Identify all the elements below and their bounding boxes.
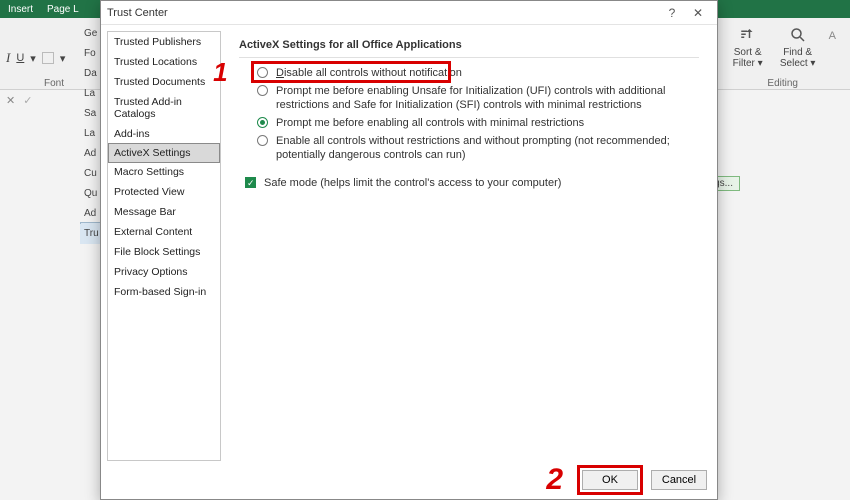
formula-bar-fragment: ✕ ✓ (6, 94, 32, 107)
radio-icon[interactable] (257, 135, 268, 146)
sort-filter-label: Sort & Filter ▾ (729, 47, 767, 69)
sidebar-item-file-block-settings[interactable]: File Block Settings (108, 242, 220, 262)
section-title: ActiveX Settings for all Office Applicat… (239, 39, 699, 58)
radio-prompt-ufi-sfi[interactable]: Prompt me before enabling Unsafe for Ini… (239, 82, 699, 114)
radio-icon[interactable] (257, 85, 268, 96)
sidebar-item-activex-settings[interactable]: ActiveX Settings (108, 143, 220, 163)
dropdown-caret-icon[interactable]: ▾ (30, 52, 36, 65)
ok-button[interactable]: OK (582, 470, 638, 490)
formula-cancel-icon[interactable]: ✕ (6, 94, 15, 107)
radio-label: Prompt me before enabling all controls w… (276, 116, 584, 130)
dialog-footer: 2 OK Cancel (101, 467, 717, 499)
sidebar-item-privacy-options[interactable]: Privacy Options (108, 262, 220, 282)
excel-ribbon-tabs: Insert Page L (0, 0, 87, 18)
ribbon-tab-pagelayout[interactable]: Page L (47, 4, 79, 15)
find-select-label: Find & Select ▾ (779, 47, 817, 69)
checkbox-icon[interactable] (245, 177, 256, 188)
font-group-label: Font (44, 78, 64, 89)
annotation-2-label: 2 (546, 463, 563, 497)
annotation-1-label: 1 (213, 57, 227, 88)
trust-center-sidebar: Trusted Publishers Trusted Locations Tru… (107, 31, 221, 461)
dropdown-caret-icon[interactable]: ▾ (60, 52, 66, 65)
activex-settings-panel: 1 ActiveX Settings for all Office Applic… (227, 25, 717, 467)
editing-group: Sort & Filter ▾ Find & Select ▾ A (729, 26, 836, 69)
radio-label: Prompt me before enabling Unsafe for Ini… (276, 84, 699, 112)
sidebar-item-trusted-addin-catalogs[interactable]: Trusted Add-in Catalogs (108, 92, 220, 124)
find-icon (789, 26, 807, 47)
radio-disable-all[interactable]: Disable all controls without notificatio… (239, 64, 699, 82)
cancel-button[interactable]: Cancel (651, 470, 707, 490)
sidebar-item-protected-view[interactable]: Protected View (108, 182, 220, 202)
radio-label: Enable all controls without restrictions… (276, 134, 699, 162)
underline-icon[interactable]: U (16, 52, 24, 64)
border-icon[interactable] (42, 52, 54, 64)
dialog-title: Trust Center (107, 7, 168, 19)
checkbox-safe-mode[interactable]: Safe mode (helps limit the control's acc… (239, 174, 699, 192)
radio-prompt-minimal[interactable]: Prompt me before enabling all controls w… (239, 114, 699, 132)
italic-icon[interactable]: I (6, 50, 10, 66)
truncated-group: A (829, 30, 836, 42)
sort-filter-button[interactable]: Sort & Filter ▾ (729, 26, 767, 69)
sidebar-item-external-content[interactable]: External Content (108, 222, 220, 242)
checkbox-label: Safe mode (helps limit the control's acc… (264, 176, 561, 190)
radio-label: Disable all controls without notificatio… (276, 66, 462, 80)
radio-enable-all[interactable]: Enable all controls without restrictions… (239, 132, 699, 164)
sidebar-item-trusted-documents[interactable]: Trusted Documents (108, 72, 220, 92)
sidebar-item-message-bar[interactable]: Message Bar (108, 202, 220, 222)
sidebar-item-addins[interactable]: Add-ins (108, 124, 220, 144)
find-select-button[interactable]: Find & Select ▾ (779, 26, 817, 69)
sidebar-item-trusted-publishers[interactable]: Trusted Publishers (108, 32, 220, 52)
dialog-titlebar[interactable]: Trust Center ? ✕ (101, 1, 717, 25)
sidebar-item-macro-settings[interactable]: Macro Settings (108, 162, 220, 182)
font-style-controls: I U ▾ ▾ (6, 50, 65, 66)
radio-icon[interactable] (257, 67, 268, 78)
sidebar-item-form-based-signin[interactable]: Form-based Sign-in (108, 282, 220, 302)
sort-icon (739, 26, 757, 47)
annotation-2-box: OK (577, 465, 643, 495)
help-button[interactable]: ? (659, 3, 685, 23)
bg-nav-item[interactable]: Tru (80, 224, 102, 244)
close-button[interactable]: ✕ (685, 3, 711, 23)
trust-center-dialog: Trust Center ? ✕ Trusted Publishers Trus… (100, 0, 718, 500)
ribbon-tab-insert[interactable]: Insert (8, 4, 33, 15)
radio-icon[interactable] (257, 117, 268, 128)
editing-group-label: Editing (767, 78, 798, 89)
sidebar-item-trusted-locations[interactable]: Trusted Locations (108, 52, 220, 72)
formula-enter-icon[interactable]: ✓ (23, 94, 32, 107)
